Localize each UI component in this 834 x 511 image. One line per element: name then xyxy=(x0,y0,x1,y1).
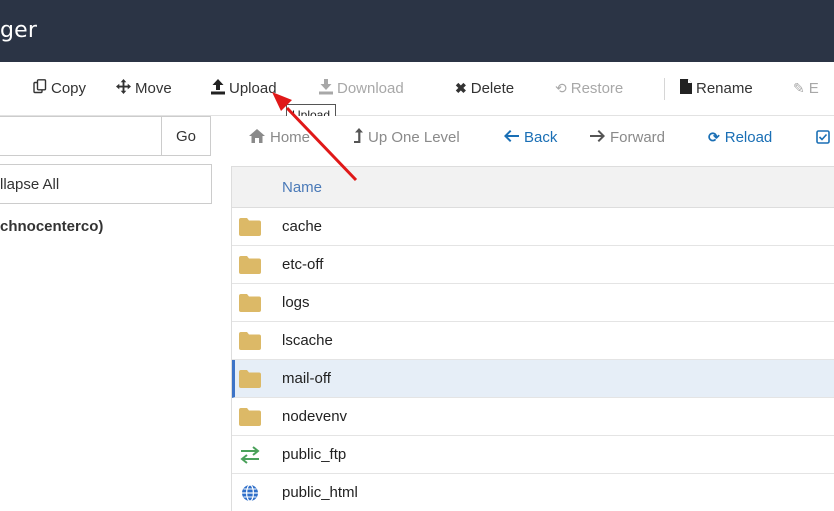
title-bar: ger xyxy=(0,0,834,62)
file-name: logs xyxy=(282,294,310,311)
home-button[interactable]: Home xyxy=(249,116,310,158)
table-row[interactable]: etc-off xyxy=(232,246,834,284)
arrow-left-icon xyxy=(504,129,519,145)
folder-icon xyxy=(239,218,261,236)
reload-label: Reload xyxy=(724,128,773,146)
upload-icon xyxy=(211,78,225,98)
folder-icon xyxy=(239,294,261,312)
toolbar-divider xyxy=(664,78,665,100)
file-name: public_html xyxy=(282,484,358,501)
copy-label: Copy xyxy=(51,79,87,97)
delete-button[interactable]: ✖ Delete xyxy=(455,62,514,114)
file-name: nodevenv xyxy=(282,408,348,425)
edit-icon: ✎ xyxy=(793,79,805,96)
arrow-right-icon xyxy=(590,129,605,145)
move-button[interactable]: Move xyxy=(116,62,172,114)
forward-label: Forward xyxy=(610,128,666,146)
directory-navbar: Home Up One Level Back Forward ⟳ Reload xyxy=(231,116,834,158)
table-row[interactable]: nodevenv xyxy=(232,398,834,436)
toolbar: Copy Move Upload Download ✖ Delete ⟲ Res… xyxy=(0,62,834,116)
download-label: Download xyxy=(337,79,404,97)
rename-label: Rename xyxy=(696,79,753,97)
path-input[interactable] xyxy=(0,116,162,156)
reload-icon: ⟳ xyxy=(708,128,720,145)
file-name: cache xyxy=(282,218,323,235)
folder-icon xyxy=(239,256,261,274)
forward-button[interactable]: Forward xyxy=(590,116,665,158)
level-up-icon xyxy=(353,128,363,146)
up-one-level-label: Up One Level xyxy=(368,128,460,146)
restore-icon: ⟲ xyxy=(555,79,567,96)
move-label: Move xyxy=(135,79,172,97)
folder-icon xyxy=(239,408,261,426)
file-table: Name cache etc-off logs lscache mail-off… xyxy=(231,166,834,511)
file-name: public_ftp xyxy=(282,446,347,463)
column-header-name[interactable]: Name xyxy=(282,179,322,196)
table-row[interactable]: logs xyxy=(232,284,834,322)
reload-button[interactable]: ⟳ Reload xyxy=(708,116,772,158)
rename-icon xyxy=(680,79,692,97)
home-label: Home xyxy=(270,128,311,146)
folder-icon xyxy=(239,332,261,350)
select-all-checkbox-icon[interactable] xyxy=(816,116,830,158)
globe-icon xyxy=(239,484,261,502)
home-icon xyxy=(249,128,265,146)
file-manager-window: ger Copy Move Upload Download ✖ Delete ⟲… xyxy=(0,0,834,511)
copy-button[interactable]: Copy xyxy=(33,62,86,114)
up-one-level-button[interactable]: Up One Level xyxy=(353,116,460,158)
edit-label: E xyxy=(808,79,819,97)
rename-button[interactable]: Rename xyxy=(680,62,753,114)
delete-icon: ✖ xyxy=(455,79,467,96)
table-row[interactable]: public_html xyxy=(232,474,834,511)
file-name: lscache xyxy=(282,332,333,349)
ftp-arrows-icon xyxy=(239,446,261,464)
copy-icon xyxy=(33,79,47,97)
back-button[interactable]: Back xyxy=(504,116,557,158)
table-row[interactable]: lscache xyxy=(232,322,834,360)
upload-button[interactable]: Upload xyxy=(211,62,277,114)
restore-button[interactable]: ⟲ Restore xyxy=(555,62,623,114)
back-label: Back xyxy=(524,128,558,146)
edit-button[interactable]: ✎ E xyxy=(793,62,819,114)
table-header: Name xyxy=(232,166,834,208)
table-row[interactable]: cache xyxy=(232,208,834,246)
folder-icon xyxy=(239,370,261,388)
go-button[interactable]: Go xyxy=(161,116,211,156)
table-row-selected[interactable]: mail-off xyxy=(232,360,834,398)
download-icon xyxy=(319,78,333,98)
file-name: mail-off xyxy=(282,370,331,387)
table-row[interactable]: public_ftp xyxy=(232,436,834,474)
file-name: etc-off xyxy=(282,256,324,273)
app-title: ger xyxy=(0,18,38,43)
tree-root-label[interactable]: chnocenterco) xyxy=(0,218,103,235)
move-icon xyxy=(116,79,131,97)
delete-label: Delete xyxy=(470,79,515,97)
upload-label: Upload xyxy=(229,79,277,97)
restore-label: Restore xyxy=(570,79,624,97)
collapse-all-button[interactable]: llapse All xyxy=(0,164,212,204)
